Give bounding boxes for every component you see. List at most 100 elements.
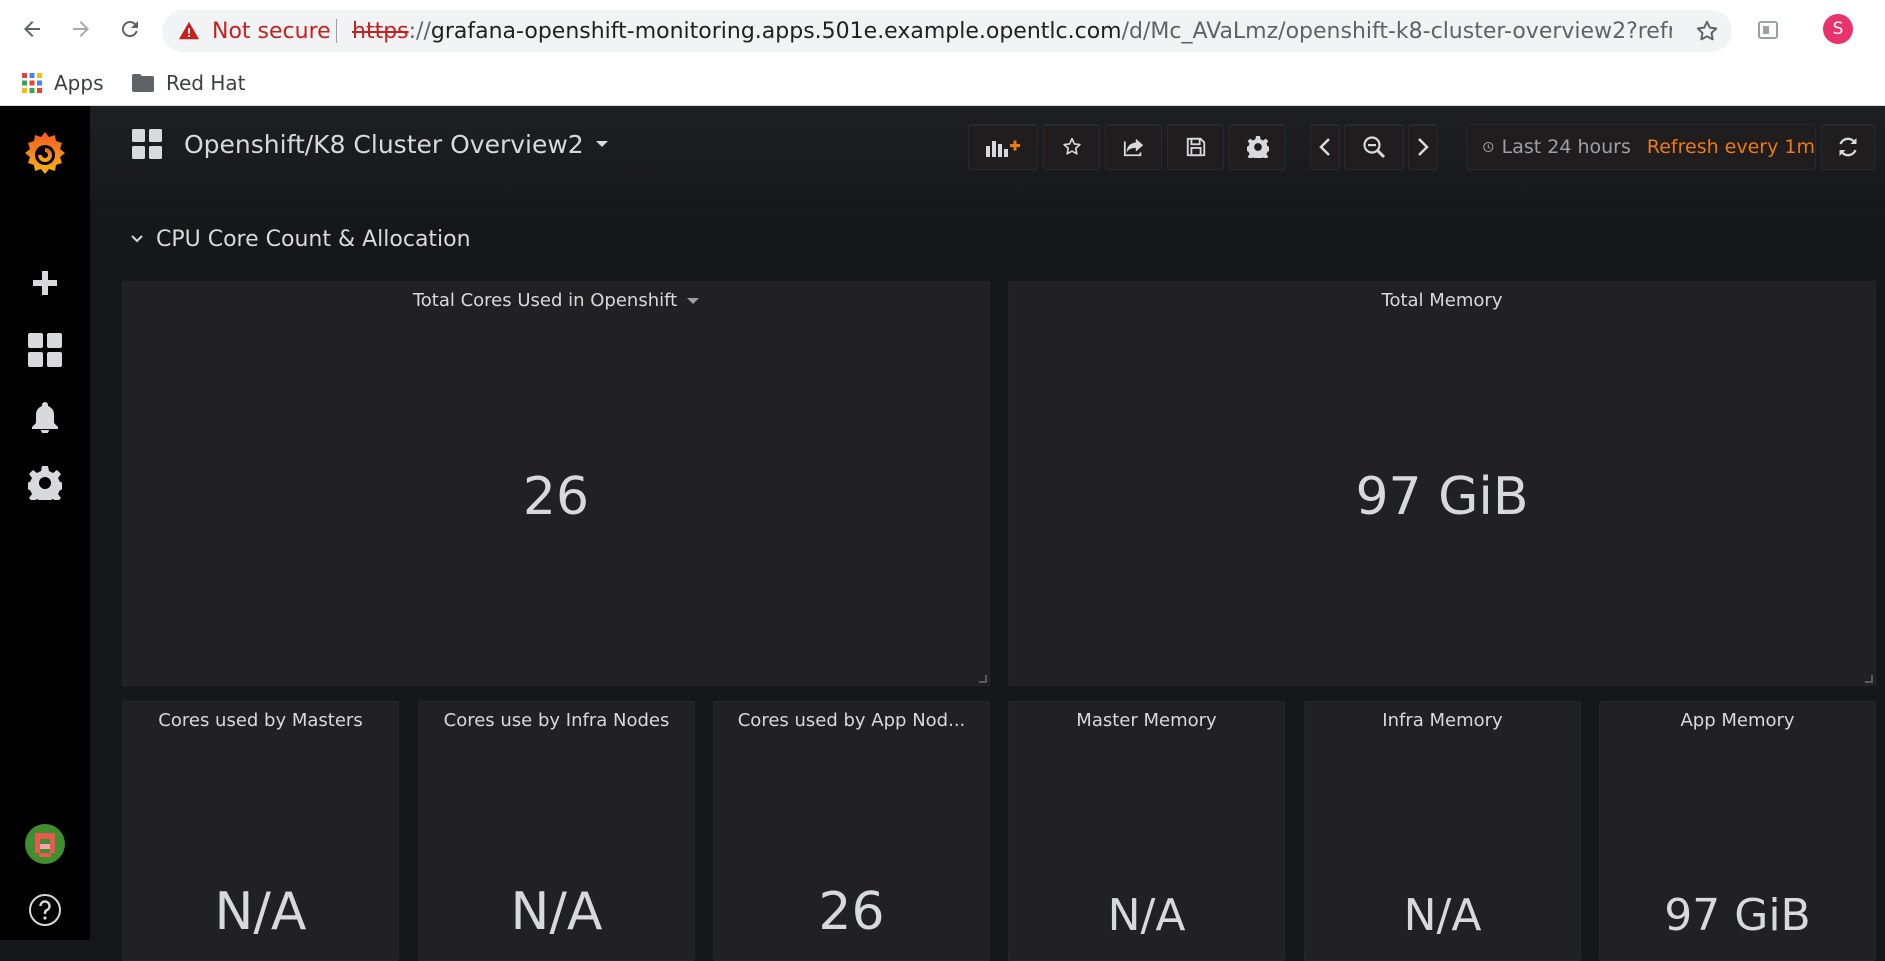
side-create[interactable] (0, 257, 90, 309)
caret-down-icon (687, 298, 700, 304)
url-text: https://grafana-openshift-monitoring.app… (352, 19, 1672, 44)
gear-icon (28, 466, 62, 500)
panel-value: N/A (214, 882, 307, 942)
side-help[interactable] (0, 884, 90, 936)
arrow-left-icon (24, 21, 40, 37)
panel-value: N/A (1107, 890, 1186, 941)
plus-icon (33, 271, 57, 295)
singlestat-panel[interactable]: Master Memory N/A (1008, 701, 1285, 961)
side-profile[interactable] (0, 818, 90, 870)
panel-title-text: Cores used by App Nod... (737, 710, 966, 731)
save-dashboard-button[interactable] (1167, 124, 1224, 170)
user-avatar (25, 824, 65, 864)
chevron-left-icon (1319, 138, 1330, 156)
grafana-app: Openshift/K8 Cluster Overview2 Last 24 h… (0, 106, 1885, 961)
reload-icon (121, 21, 138, 38)
dashboards-grid-icon (28, 333, 62, 367)
panel-title-text: Master Memory (1076, 710, 1217, 731)
panel-title[interactable]: App Memory (1600, 710, 1875, 731)
panel-title[interactable]: Total Cores Used in Openshift (123, 290, 989, 311)
dashboard-main: Openshift/K8 Cluster Overview2 Last 24 h… (90, 106, 1885, 961)
dashboard-title: Openshift/K8 Cluster Overview2 (184, 129, 584, 159)
back-button[interactable] (17, 14, 47, 44)
profile-avatar[interactable]: S (1823, 14, 1853, 44)
panel-title[interactable]: Total Memory (1009, 290, 1875, 311)
chevron-right-icon (1418, 138, 1429, 156)
cog-icon (1246, 136, 1269, 158)
add-panel-icon (986, 140, 1020, 157)
url-scheme: https (352, 19, 409, 44)
arrow-right-icon (73, 21, 89, 37)
time-shift-forward-button[interactable] (1408, 124, 1438, 170)
panel-title-text: Cores used by Masters (158, 710, 363, 731)
grafana-home-logo[interactable] (0, 121, 90, 185)
side-dashboards[interactable] (0, 324, 90, 376)
bookmark-label: Apps (54, 71, 104, 95)
dashboard-grid-icon (132, 129, 162, 159)
clock-icon (1483, 141, 1494, 153)
panel-value: N/A (1403, 890, 1482, 941)
extension-icon[interactable] (1756, 18, 1780, 42)
refresh-interval-label: Refresh every 1m (1646, 136, 1815, 158)
save-icon (1186, 137, 1205, 157)
add-panel-button[interactable] (968, 124, 1038, 170)
row-title: CPU Core Count & Allocation (156, 226, 471, 252)
singlestat-panel[interactable]: Total Memory 97 GiB (1008, 281, 1876, 686)
time-picker[interactable]: Last 24 hours Refresh every 1m (1466, 124, 1816, 170)
side-menu (0, 106, 90, 940)
bookmark-star-icon[interactable] (1694, 18, 1720, 44)
dashboard-picker[interactable]: Openshift/K8 Cluster Overview2 (132, 124, 608, 164)
url-host: grafana-openshift-monitoring.apps.501e.e… (430, 19, 1122, 44)
bookmarks-bar: Apps Red Hat (0, 62, 1885, 106)
bookmark-apps[interactable]: Apps (22, 68, 104, 98)
panel-value: 26 (522, 467, 590, 527)
singlestat-panel[interactable]: Infra Memory N/A (1304, 701, 1581, 961)
side-alerting[interactable] (0, 391, 90, 443)
panel-value: 97 GiB (1355, 467, 1529, 527)
browser-toolbar: Not secure https://grafana-openshift-mon… (0, 0, 1885, 62)
panel-title-text: Total Memory (1381, 290, 1503, 311)
bell-icon (32, 402, 58, 433)
forward-button[interactable] (66, 14, 96, 44)
omnibox-separator (336, 19, 337, 43)
reload-button[interactable] (115, 14, 145, 44)
url-separator: :// (408, 19, 431, 44)
zoom-out-icon (1363, 136, 1386, 159)
star-icon (1062, 137, 1081, 155)
time-shift-back-button[interactable] (1310, 124, 1340, 170)
zoom-out-button[interactable] (1344, 124, 1404, 170)
dashboard-settings-button[interactable] (1229, 124, 1286, 170)
row-header[interactable]: CPU Core Count & Allocation (130, 224, 471, 254)
share-icon (1123, 138, 1143, 157)
panel-title[interactable]: Master Memory (1009, 710, 1284, 731)
panel-title[interactable]: Cores use by Infra Nodes (419, 710, 694, 731)
panel-title[interactable]: Infra Memory (1305, 710, 1580, 731)
panel-title[interactable]: Cores used by App Nod... (714, 710, 989, 731)
panel-title[interactable]: Cores used by Masters (123, 710, 398, 731)
security-status: Not secure (212, 19, 331, 44)
bookmark-red-hat[interactable]: Red Hat (132, 68, 246, 98)
singlestat-panel[interactable]: Cores used by Masters N/A (122, 701, 399, 961)
url-path: /d/Mc_AVaLmz/openshift-k8-cluster-overvi… (1121, 19, 1672, 44)
panel-title-text: App Memory (1680, 710, 1795, 731)
share-dashboard-button[interactable] (1105, 124, 1162, 170)
caret-down-icon (595, 141, 608, 147)
address-bar[interactable]: Not secure https://grafana-openshift-mon… (162, 10, 1732, 52)
help-icon (29, 894, 61, 926)
side-configuration[interactable] (0, 457, 90, 509)
panel-title-text: Infra Memory (1382, 710, 1503, 731)
time-range-label: Last 24 hours (1501, 136, 1631, 158)
resize-handle[interactable] (979, 675, 987, 683)
refresh-dashboard-button[interactable] (1821, 124, 1875, 170)
chevron-down-icon (131, 235, 143, 243)
singlestat-panel[interactable]: Cores used by App Nod... 26 (713, 701, 990, 961)
singlestat-panel[interactable]: App Memory 97 GiB (1599, 701, 1876, 961)
star-dashboard-button[interactable] (1043, 124, 1100, 170)
singlestat-panel[interactable]: Cores use by Infra Nodes N/A (418, 701, 695, 961)
folder-icon (132, 74, 154, 92)
refresh-icon (1839, 137, 1857, 157)
singlestat-panel[interactable]: Total Cores Used in Openshift 26 (122, 281, 990, 686)
bookmark-label: Red Hat (166, 71, 246, 95)
resize-handle[interactable] (1865, 675, 1873, 683)
panel-title-text: Cores use by Infra Nodes (443, 710, 670, 731)
